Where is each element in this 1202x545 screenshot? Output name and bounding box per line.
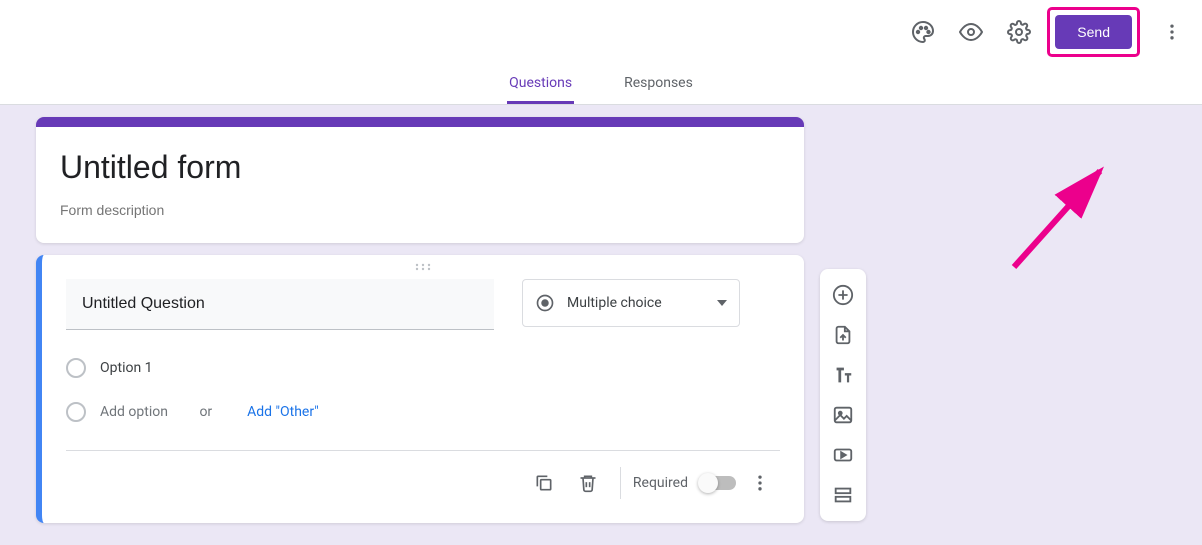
add-other-button[interactable]: Add "Other" (247, 404, 319, 420)
question-more-icon[interactable] (740, 463, 780, 503)
send-button[interactable]: Send (1055, 15, 1132, 49)
required-toggle[interactable] (700, 476, 736, 490)
option-row[interactable]: Option 1 (66, 358, 780, 378)
radio-outline-icon (66, 402, 86, 422)
tab-responses[interactable]: Responses (622, 64, 695, 104)
drag-handle-icon[interactable] (42, 255, 804, 279)
tabs: Questions Responses (0, 64, 1202, 105)
question-footer: Required (66, 450, 780, 515)
radio-outline-icon (66, 358, 86, 378)
add-question-button[interactable] (823, 275, 863, 315)
add-image-button[interactable] (823, 395, 863, 435)
add-title-button[interactable] (823, 355, 863, 395)
duplicate-button[interactable] (524, 463, 564, 503)
caret-down-icon (717, 300, 727, 306)
preview-icon[interactable] (951, 12, 991, 52)
required-label: Required (633, 475, 688, 491)
palette-icon[interactable] (903, 12, 943, 52)
question-card[interactable]: Multiple choice Option 1 Add option or (36, 255, 804, 523)
side-toolbar (820, 269, 866, 521)
more-vert-icon[interactable] (1152, 12, 1192, 52)
add-section-button[interactable] (823, 475, 863, 515)
or-label: or (199, 404, 212, 420)
canvas: Multiple choice Option 1 Add option or (0, 105, 1202, 545)
question-title-input[interactable] (66, 279, 494, 330)
question-type-label: Multiple choice (567, 295, 705, 311)
divider (620, 467, 621, 499)
option-text[interactable]: Option 1 (100, 360, 153, 376)
topbar: Send (0, 0, 1202, 64)
settings-icon[interactable] (999, 12, 1039, 52)
add-option-label[interactable]: Add option (100, 404, 168, 420)
add-option-row: Add option or Add "Other" (66, 402, 780, 422)
annotation-arrow (1004, 157, 1124, 277)
form-header-card[interactable] (36, 117, 804, 243)
import-questions-button[interactable] (823, 315, 863, 355)
question-type-select[interactable]: Multiple choice (522, 279, 740, 327)
delete-button[interactable] (568, 463, 608, 503)
form-description-input[interactable] (60, 202, 780, 218)
tab-questions[interactable]: Questions (507, 64, 574, 104)
radio-checked-icon (535, 293, 555, 313)
add-video-button[interactable] (823, 435, 863, 475)
send-button-highlight: Send (1047, 7, 1140, 57)
form-title-input[interactable] (60, 149, 780, 186)
